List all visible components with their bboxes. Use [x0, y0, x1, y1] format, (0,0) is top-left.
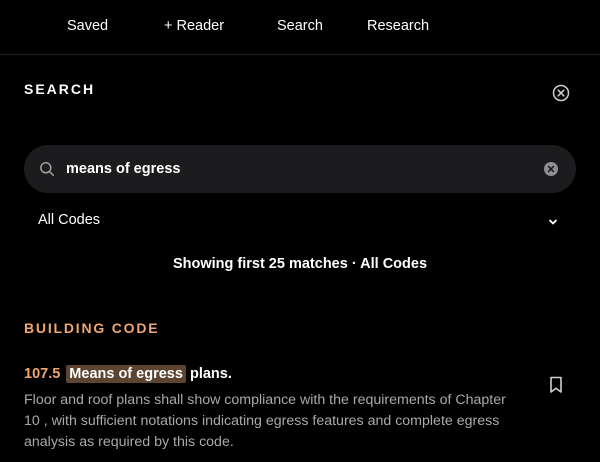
search-match-highlight: Means of egress — [66, 365, 186, 383]
top-nav-bar: Saved + Reader Search Research — [0, 0, 600, 55]
clear-circle-icon[interactable] — [544, 162, 558, 176]
result-snippet: Floor and roof plans shall show complian… — [24, 392, 506, 450]
nav-search[interactable]: Search — [277, 18, 323, 34]
nav-reader[interactable]: + Reader — [164, 18, 224, 34]
search-field — [24, 145, 576, 193]
panel-title: SEARCH — [24, 81, 96, 97]
category-heading: BUILDING CODE — [24, 320, 160, 336]
result-title[interactable]: 107.5 Means of egress plans. — [24, 365, 232, 383]
results-summary: Showing first 25 matches · All Codes — [172, 256, 428, 272]
nav-saved[interactable]: Saved — [67, 18, 108, 34]
search-icon — [39, 161, 55, 177]
chevron-down-icon — [547, 214, 559, 225]
nav-research[interactable]: Research — [367, 18, 429, 34]
section-number: 107.5 — [24, 366, 61, 382]
close-circle-icon[interactable] — [552, 84, 570, 102]
code-filter-dropdown[interactable]: All Codes — [24, 204, 576, 236]
search-input[interactable] — [66, 145, 526, 193]
bookmark-icon[interactable] — [549, 376, 563, 394]
code-filter-value: All Codes — [38, 212, 101, 228]
result-title-text: plans. — [189, 366, 232, 382]
